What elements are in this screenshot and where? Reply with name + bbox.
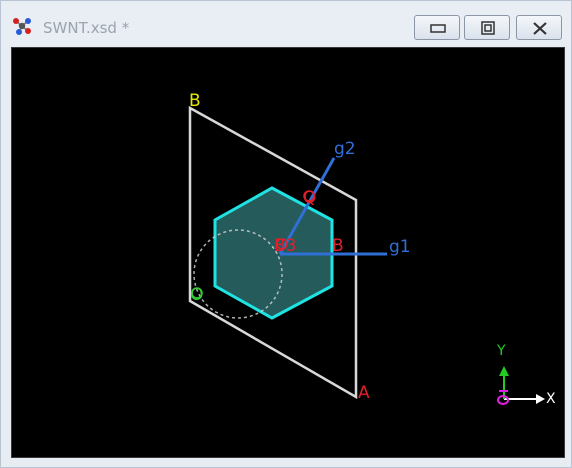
label-vector-g1: g1 <box>389 237 411 257</box>
axis-x-arrowhead <box>536 394 545 404</box>
maximize-button[interactable] <box>464 15 510 40</box>
axis-triad: Y X <box>496 343 556 407</box>
window-title: SWNT.xsd * <box>43 19 130 37</box>
label-point-q: Q <box>303 188 316 208</box>
label-corner-b: B <box>189 91 201 111</box>
close-button[interactable] <box>516 15 562 40</box>
label-point-center: B3 <box>274 236 296 256</box>
minimize-icon <box>430 24 446 33</box>
title-bar[interactable]: SWNT.xsd * <box>1 1 571 45</box>
maximize-icon <box>481 21 495 35</box>
document-window: SWNT.xsd * B g2 Q B3 B g1 O A Y X <box>0 0 572 468</box>
axis-y-label: Y <box>496 343 506 359</box>
label-point-b-right: B <box>332 236 344 256</box>
label-corner-a: A <box>358 383 370 403</box>
label-vector-g2: g2 <box>334 139 356 159</box>
molecule-icon <box>13 18 31 35</box>
3d-viewport[interactable]: B g2 Q B3 B g1 O A Y X <box>11 47 565 458</box>
axis-y-arrowhead <box>499 366 509 376</box>
label-origin: O <box>190 285 203 305</box>
scene-canvas[interactable]: B g2 Q B3 B g1 O A Y X <box>12 48 564 457</box>
close-icon <box>533 22 547 35</box>
axis-x-label: X <box>546 391 556 407</box>
minimize-button[interactable] <box>414 15 460 40</box>
